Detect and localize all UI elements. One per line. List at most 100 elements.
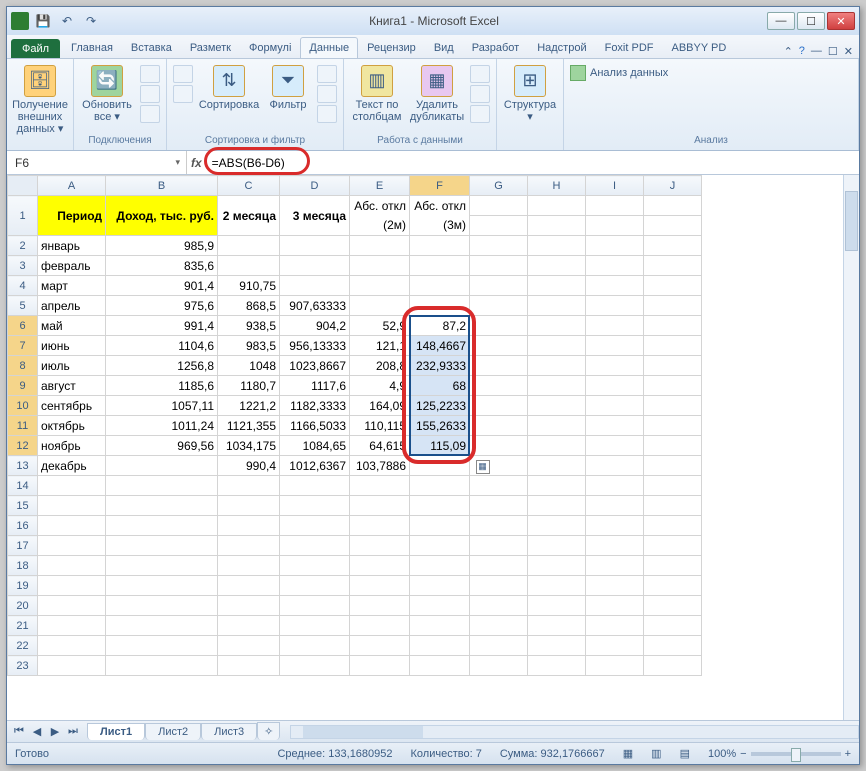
tab-nav-last[interactable]: ⏭ (65, 725, 81, 738)
sort-za-button[interactable] (173, 85, 193, 103)
validation-button[interactable] (470, 65, 490, 83)
cell[interactable]: 148,4667 (410, 336, 470, 356)
cell[interactable] (350, 616, 410, 636)
cell[interactable]: Период (38, 196, 106, 236)
row-header[interactable]: 14 (8, 476, 38, 496)
ribbon-minimize-icon[interactable]: ⌃ (784, 45, 793, 58)
cell[interactable] (38, 516, 106, 536)
cell[interactable] (280, 596, 350, 616)
cell[interactable] (38, 496, 106, 516)
cell[interactable] (528, 236, 586, 256)
cell[interactable] (528, 636, 586, 656)
grid[interactable]: A B C D E F G H I J 1 Период Доход, тыс.… (7, 175, 702, 676)
cell[interactable]: 901,4 (106, 276, 218, 296)
cell[interactable]: 835,6 (106, 256, 218, 276)
col-header[interactable]: J (644, 176, 702, 196)
row-header[interactable]: 18 (8, 556, 38, 576)
cell[interactable] (410, 236, 470, 256)
cell[interactable] (586, 656, 644, 676)
sheet-tab[interactable]: Лист1 (87, 723, 145, 740)
doc-restore-button[interactable]: ☐ (828, 45, 838, 58)
cell[interactable] (528, 576, 586, 596)
cell[interactable] (586, 436, 644, 456)
formula-input[interactable]: =ABS(B6-D6) (206, 151, 859, 174)
tab-addins[interactable]: Надстрой (528, 37, 595, 58)
cell[interactable]: 2 месяца (218, 196, 280, 236)
cell[interactable]: май (38, 316, 106, 336)
cell[interactable]: 52,9 (350, 316, 410, 336)
cell[interactable]: октябрь (38, 416, 106, 436)
tab-file[interactable]: Файл (11, 39, 60, 58)
cell[interactable] (410, 636, 470, 656)
cell[interactable]: 115,09 (410, 436, 470, 456)
autofill-options-icon[interactable]: ▦ (476, 460, 490, 474)
cell[interactable] (470, 356, 528, 376)
cell[interactable]: 121,1 (350, 336, 410, 356)
cell[interactable] (106, 476, 218, 496)
cell[interactable] (280, 256, 350, 276)
row-header[interactable]: 12 (8, 436, 38, 456)
text-to-columns-button[interactable]: ▥ Текст по столбцам (350, 65, 404, 123)
cell[interactable] (528, 336, 586, 356)
cell[interactable] (106, 576, 218, 596)
cell[interactable] (280, 656, 350, 676)
cell[interactable]: 1256,8 (106, 356, 218, 376)
cell[interactable]: февраль (38, 256, 106, 276)
row-header[interactable]: 2 (8, 236, 38, 256)
cell[interactable] (644, 256, 702, 276)
cell[interactable]: 103,7886 (350, 456, 410, 476)
new-sheet-button[interactable]: ✧ (257, 722, 280, 740)
cell[interactable] (410, 296, 470, 316)
cell[interactable] (528, 396, 586, 416)
cell[interactable] (38, 656, 106, 676)
cell[interactable] (280, 556, 350, 576)
cell[interactable]: 125,2233 (410, 396, 470, 416)
cell[interactable] (586, 256, 644, 276)
cell[interactable] (280, 536, 350, 556)
tab-review[interactable]: Рецензир (358, 37, 425, 58)
cell[interactable]: апрель (38, 296, 106, 316)
cell[interactable] (644, 596, 702, 616)
cell[interactable] (528, 516, 586, 536)
reapply-button[interactable] (317, 85, 337, 103)
cell[interactable] (350, 596, 410, 616)
row-header[interactable]: 13 (8, 456, 38, 476)
cell[interactable] (106, 496, 218, 516)
cell[interactable] (350, 516, 410, 536)
cell[interactable]: 907,63333 (280, 296, 350, 316)
cell[interactable]: 1166,5033 (280, 416, 350, 436)
cell[interactable] (528, 416, 586, 436)
cell[interactable] (586, 456, 644, 476)
remove-duplicates-button[interactable]: ▦ Удалить дубликаты (410, 65, 464, 123)
cell[interactable]: 904,2 (280, 316, 350, 336)
row-header[interactable]: 5 (8, 296, 38, 316)
outline-button[interactable]: ⊞ Структура ▾ (503, 65, 557, 123)
cell[interactable] (644, 496, 702, 516)
cell[interactable] (470, 476, 528, 496)
help-icon[interactable]: ? (799, 45, 805, 58)
tab-developer[interactable]: Разработ (463, 37, 528, 58)
minimize-button[interactable]: — (767, 12, 795, 30)
cell[interactable] (644, 396, 702, 416)
cell[interactable] (644, 196, 702, 216)
cell[interactable] (470, 436, 528, 456)
cell[interactable]: июнь (38, 336, 106, 356)
cell[interactable] (280, 236, 350, 256)
cell[interactable] (644, 656, 702, 676)
cell[interactable] (280, 496, 350, 516)
cell[interactable]: 64,615 (350, 436, 410, 456)
cell[interactable]: 985,9 (106, 236, 218, 256)
maximize-button[interactable]: ☐ (797, 12, 825, 30)
cell[interactable] (280, 516, 350, 536)
cell[interactable] (586, 216, 644, 236)
cell[interactable] (218, 616, 280, 636)
cell[interactable] (470, 516, 528, 536)
row-header[interactable]: 4 (8, 276, 38, 296)
cell[interactable] (644, 356, 702, 376)
cell[interactable]: (3м) (410, 216, 470, 236)
qat-redo-icon[interactable]: ↷ (81, 11, 101, 31)
tab-data[interactable]: Данные (300, 37, 358, 58)
cell[interactable] (586, 576, 644, 596)
cell[interactable] (644, 576, 702, 596)
cell[interactable] (410, 276, 470, 296)
